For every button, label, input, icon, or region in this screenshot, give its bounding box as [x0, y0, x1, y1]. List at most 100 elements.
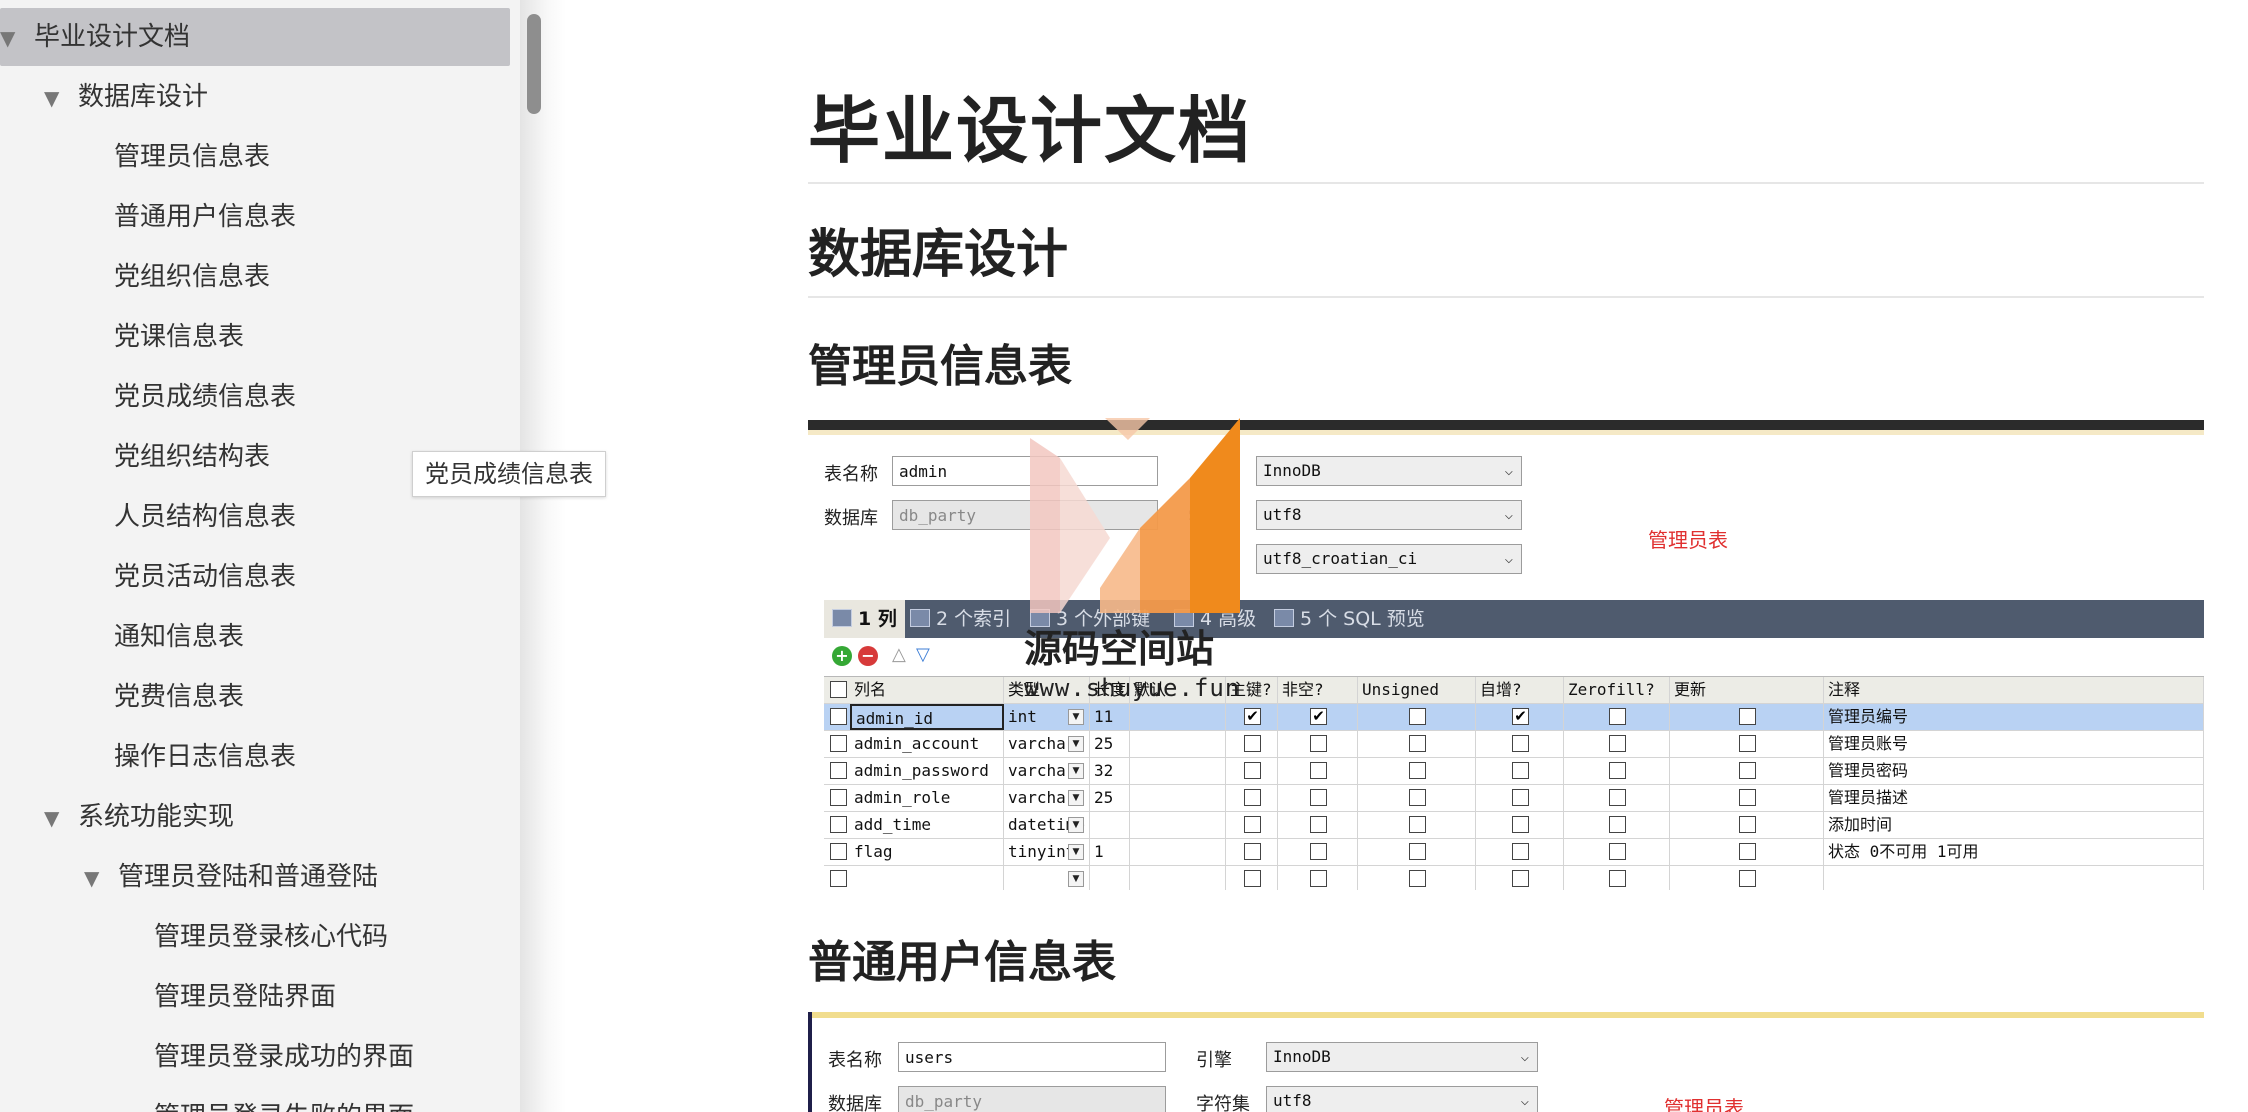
grid-cell-name[interactable]: admin_password: [850, 758, 1004, 784]
grid-cell-name[interactable]: admin_id: [850, 704, 1004, 730]
grid-row[interactable]: flag tinyint 1 ▼ 状态 0不可用 1可用: [824, 839, 2204, 866]
grid-cell-comment[interactable]: 管理员描述: [1824, 785, 2204, 811]
grid-cell-name[interactable]: flag: [850, 839, 1004, 865]
grid-cell-length[interactable]: 11: [1090, 704, 1130, 730]
zerofill-checkbox[interactable]: [1609, 762, 1626, 779]
outline-item[interactable]: 党员成绩信息表: [114, 368, 296, 426]
ai-checkbox[interactable]: [1512, 789, 1529, 806]
grid-row[interactable]: admin_account varchar 25 ▼ 管理员账号: [824, 731, 2204, 758]
grid-cell-default[interactable]: [1130, 866, 1226, 890]
unsigned-checkbox[interactable]: [1409, 870, 1426, 887]
grid-column-header[interactable]: 注释: [1824, 677, 2204, 703]
type-dropdown-icon[interactable]: ▼: [1068, 709, 1084, 725]
outline-item[interactable]: 党费信息表: [114, 668, 244, 726]
notnull-checkbox[interactable]: [1310, 816, 1327, 833]
delete-field-icon[interactable]: −: [858, 646, 878, 666]
update-checkbox[interactable]: [1739, 843, 1756, 860]
unsigned-checkbox[interactable]: [1409, 816, 1426, 833]
grid-row[interactable]: admin_password varchar 32 ▼ 管理员密码: [824, 758, 2204, 785]
zerofill-checkbox[interactable]: [1609, 735, 1626, 752]
row-checkbox[interactable]: [830, 843, 847, 860]
grid-cell-comment[interactable]: 管理员账号: [1824, 731, 2204, 757]
outline-item[interactable]: 管理员登录核心代码: [154, 908, 388, 966]
pk-checkbox[interactable]: ✔: [1244, 708, 1261, 725]
ai-checkbox[interactable]: [1512, 843, 1529, 860]
select-all-checkbox[interactable]: [830, 681, 847, 698]
outline-item[interactable]: 管理员登录失败的界面: [154, 1088, 414, 1112]
ai-checkbox[interactable]: ✔: [1512, 708, 1529, 725]
outline-item[interactable]: 党员活动信息表: [114, 548, 296, 606]
outline-item[interactable]: ▼ 系统功能实现: [44, 788, 234, 846]
row-checkbox[interactable]: [830, 789, 847, 806]
zerofill-checkbox[interactable]: [1609, 870, 1626, 887]
outline-item[interactable]: 管理员登录成功的界面: [154, 1028, 414, 1086]
charset-select[interactable]: utf8 ⌵: [1256, 500, 1522, 530]
grid-cell-default[interactable]: [1130, 812, 1226, 838]
grid-cell-default[interactable]: [1130, 785, 1226, 811]
engine-select[interactable]: InnoDB ⌵: [1266, 1042, 1538, 1072]
notnull-checkbox[interactable]: ✔: [1310, 708, 1327, 725]
ai-checkbox[interactable]: [1512, 870, 1529, 887]
row-checkbox[interactable]: [830, 870, 847, 887]
grid-cell-length[interactable]: [1090, 866, 1130, 890]
update-checkbox[interactable]: [1739, 762, 1756, 779]
outline-item[interactable]: 人员结构信息表: [114, 488, 296, 546]
grid-row[interactable]: add_time datetime ▼ 添加时间: [824, 812, 2204, 839]
outline-item[interactable]: ▼ 毕业设计文档: [0, 8, 510, 66]
triangle-down-icon[interactable]: ▼: [84, 849, 118, 907]
row-checkbox[interactable]: [830, 762, 847, 779]
outline-item[interactable]: 通知信息表: [114, 608, 244, 666]
grid-cell-length[interactable]: 25: [1090, 731, 1130, 757]
triangle-down-icon[interactable]: ▼: [0, 9, 34, 67]
designer-tab[interactable]: 1 列: [824, 600, 905, 638]
pk-checkbox[interactable]: [1244, 843, 1261, 860]
grid-cell-name[interactable]: admin_account: [850, 731, 1004, 757]
database-field[interactable]: db_party: [898, 1086, 1166, 1112]
update-checkbox[interactable]: [1739, 789, 1756, 806]
ai-checkbox[interactable]: [1512, 762, 1529, 779]
type-dropdown-icon[interactable]: ▼: [1068, 871, 1084, 887]
collation-select[interactable]: utf8_croatian_ci ⌵: [1256, 544, 1522, 574]
grid-row[interactable]: admin_role varchar 25 ▼ 管理员描述: [824, 785, 2204, 812]
type-dropdown-icon[interactable]: ▼: [1068, 736, 1084, 752]
grid-column-header[interactable]: Unsigned: [1358, 677, 1476, 703]
designer-tab[interactable]: 5 个 SQL 预览: [1274, 600, 1425, 638]
zerofill-checkbox[interactable]: [1609, 843, 1626, 860]
outline-item[interactable]: ▼ 数据库设计: [44, 68, 208, 126]
unsigned-checkbox[interactable]: [1409, 735, 1426, 752]
outline-item[interactable]: 管理员信息表: [114, 128, 270, 186]
grid-cell-default[interactable]: [1130, 839, 1226, 865]
grid-cell-comment[interactable]: 添加时间: [1824, 812, 2204, 838]
ai-checkbox[interactable]: [1512, 816, 1529, 833]
update-checkbox[interactable]: [1739, 708, 1756, 725]
outline-item[interactable]: 普通用户信息表: [114, 188, 296, 246]
outline-item[interactable]: 党课信息表: [114, 308, 244, 366]
grid-cell-default[interactable]: [1130, 731, 1226, 757]
grid-cell-default[interactable]: [1130, 704, 1226, 730]
grid-column-header[interactable]: 非空?: [1278, 677, 1358, 703]
row-checkbox[interactable]: [830, 735, 847, 752]
notnull-checkbox[interactable]: [1310, 843, 1327, 860]
update-checkbox[interactable]: [1739, 735, 1756, 752]
charset-select[interactable]: utf8 ⌵: [1266, 1086, 1538, 1112]
zerofill-checkbox[interactable]: [1609, 708, 1626, 725]
zerofill-checkbox[interactable]: [1609, 816, 1626, 833]
unsigned-checkbox[interactable]: [1409, 762, 1426, 779]
unsigned-checkbox[interactable]: [1409, 708, 1426, 725]
grid-cell-length[interactable]: 32: [1090, 758, 1130, 784]
pk-checkbox[interactable]: [1244, 870, 1261, 887]
row-checkbox[interactable]: [830, 708, 847, 725]
grid-cell-comment[interactable]: 管理员密码: [1824, 758, 2204, 784]
grid-cell-comment[interactable]: 管理员编号: [1824, 704, 2204, 730]
outline-item[interactable]: ▼ 管理员登陆和普通登陆: [84, 848, 378, 906]
notnull-checkbox[interactable]: [1310, 789, 1327, 806]
grid-column-header[interactable]: 更新: [1670, 677, 1824, 703]
grid-cell-comment[interactable]: [1824, 866, 2204, 890]
unsigned-checkbox[interactable]: [1409, 843, 1426, 860]
add-field-icon[interactable]: +: [832, 646, 852, 666]
outline-item[interactable]: 党组织信息表: [114, 248, 270, 306]
type-dropdown-icon[interactable]: ▼: [1068, 790, 1084, 806]
notnull-checkbox[interactable]: [1310, 762, 1327, 779]
grid-cell-default[interactable]: [1130, 758, 1226, 784]
engine-select[interactable]: InnoDB ⌵: [1256, 456, 1522, 486]
